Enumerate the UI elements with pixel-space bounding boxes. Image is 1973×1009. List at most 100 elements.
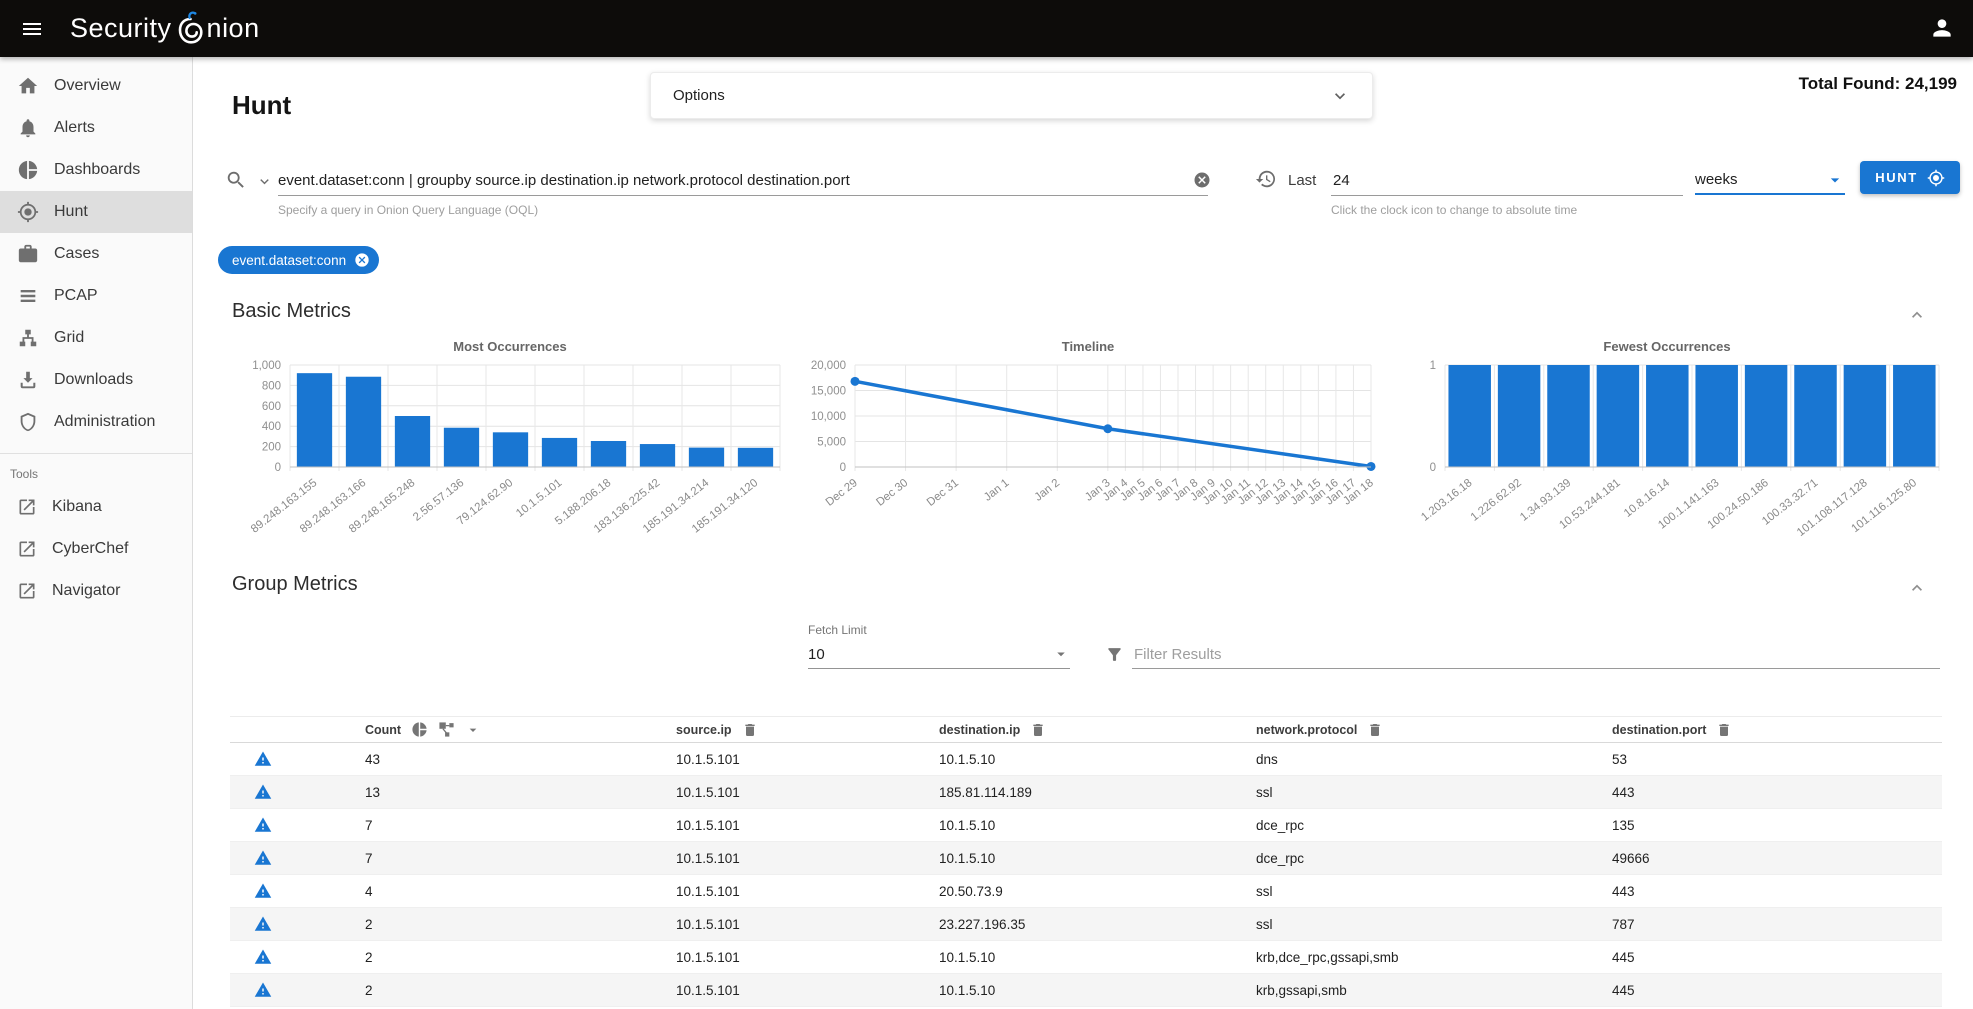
warning-triangle-icon[interactable] [254,915,272,933]
sidebar-item-administration[interactable]: Administration [0,401,192,443]
svg-text:400: 400 [262,421,281,433]
duration-units-value: weeks [1695,171,1738,188]
chart-title: Timeline [795,337,1381,357]
svg-text:600: 600 [262,401,281,413]
table-row[interactable]: 210.1.5.10110.1.5.10krb,gssapi,smb445 [230,974,1942,1007]
remove-filter-icon[interactable] [354,252,370,268]
sidebar-item-cases[interactable]: Cases [0,233,192,275]
timeline-chart: Timeline 05,00010,00015,00020,000Dec 29D… [795,337,1381,557]
sidebar-item-alerts[interactable]: Alerts [0,107,192,149]
table-cell: 10.1.5.10 [939,983,1256,998]
filter-chip-label: event.dataset:conn [232,253,346,268]
chart-title: Most Occurrences [230,337,790,357]
svg-text:Jan 2: Jan 2 [1033,477,1063,504]
timeline-canvas: 05,00010,00015,00020,000Dec 29Dec 30Dec … [795,357,1381,557]
warning-triangle-icon[interactable] [254,816,272,834]
collapse-group-metrics-icon[interactable] [1907,578,1927,598]
table-row[interactable]: 4310.1.5.10110.1.5.10dns53 [230,743,1942,776]
remove-column-icon[interactable] [1716,722,1732,738]
table-row[interactable]: 410.1.5.10120.50.73.9ssl443 [230,875,1942,908]
table-cell: 4 [365,884,676,899]
table-row[interactable]: 210.1.5.10110.1.5.10krb,dce_rpc,gssapi,s… [230,941,1942,974]
column-header-destination-port[interactable]: destination.port [1612,722,1942,738]
graph-icon[interactable] [438,721,455,738]
sidebar-tool-navigator[interactable]: Navigator [0,570,192,612]
search-icon[interactable] [225,169,247,191]
remove-column-icon[interactable] [1030,722,1046,738]
svg-text:10,000: 10,000 [811,411,846,423]
table-cell: 13 [365,785,676,800]
duration-units-select[interactable]: weeks [1695,166,1845,195]
collapse-basic-metrics-icon[interactable] [1907,305,1927,325]
table-cell: 7 [365,851,676,866]
warning-triangle-icon[interactable] [254,981,272,999]
download-icon [17,369,39,391]
warning-triangle-icon[interactable] [254,948,272,966]
table-cell: 2 [365,950,676,965]
main-content: Hunt Options Total Found: 24,199 Specify… [194,57,1973,1009]
svg-text:0: 0 [275,462,281,474]
warning-triangle-icon[interactable] [254,882,272,900]
hunt-button[interactable]: HUNT [1860,161,1960,194]
caret-down-icon[interactable] [465,722,481,738]
duration-helper-text: Click the clock icon to change to absolu… [1331,203,1577,217]
svg-text:0: 0 [840,462,846,474]
column-header-label: network.protocol [1256,723,1357,737]
table-cell: 135 [1612,818,1942,833]
sidebar-item-label: Dashboards [54,161,140,179]
table-cell: 23.227.196.35 [939,917,1256,932]
filter-results-input[interactable] [1132,640,1940,669]
sidebar-item-downloads[interactable]: Downloads [0,359,192,401]
column-header-source-ip[interactable]: source.ip [676,722,939,738]
remove-column-icon[interactable] [1367,722,1383,738]
warning-triangle-icon[interactable] [254,849,272,867]
table-cell: dce_rpc [1256,851,1612,866]
sidebar-tool-cyberchef[interactable]: CyberChef [0,528,192,570]
chevron-down-icon [1330,86,1350,106]
table-row[interactable]: 1310.1.5.101185.81.114.189ssl443 [230,776,1942,809]
remove-column-icon[interactable] [742,722,758,738]
bell-icon [17,117,39,139]
warning-triangle-icon[interactable] [254,783,272,801]
sidebar-item-hunt[interactable]: Hunt [0,191,192,233]
pie-chart-icon[interactable] [411,721,428,738]
sidebar-item-pcap[interactable]: PCAP [0,275,192,317]
column-header-network-protocol[interactable]: network.protocol [1256,722,1612,738]
sidebar-item-dashboards[interactable]: Dashboards [0,149,192,191]
svg-text:1.203.16.18: 1.203.16.18 [1419,477,1474,524]
svg-text:1: 1 [1430,360,1436,372]
query-input[interactable] [278,166,1208,196]
table-row[interactable]: 210.1.5.10123.227.196.35ssl787 [230,908,1942,941]
user-icon[interactable] [1929,15,1955,41]
fetch-limit-value: 10 [808,646,825,663]
table-cell: ssl [1256,884,1612,899]
warning-triangle-icon[interactable] [254,750,272,768]
options-expander[interactable]: Options [650,72,1373,119]
sidebar-item-overview[interactable]: Overview [0,65,192,107]
sidebar-item-grid[interactable]: Grid [0,317,192,359]
menu-icon[interactable] [14,11,50,47]
external-link-icon [17,497,37,517]
clock-history-icon[interactable] [1255,168,1277,190]
group-metrics-heading: Group Metrics [232,573,358,596]
most-occurrences-canvas: 02004006008001,00089.248.163.15589.248.1… [230,357,790,557]
clear-query-icon[interactable] [1193,171,1211,189]
column-header-count[interactable]: Count [365,721,676,738]
column-header-destination-ip[interactable]: destination.ip [939,722,1256,738]
lines-icon [17,285,39,307]
duration-input[interactable] [1331,166,1683,196]
table-row[interactable]: 710.1.5.10110.1.5.10dce_rpc135 [230,809,1942,842]
filter-chip[interactable]: event.dataset:conn [218,246,379,274]
fetch-limit-select[interactable]: 10 [808,640,1070,669]
query-history-chevron-icon[interactable] [256,173,273,190]
svg-text:15,000: 15,000 [811,386,846,398]
table-cell: 43 [365,752,676,767]
topbar: Security nion [0,0,1973,57]
table-cell: 787 [1612,917,1942,932]
table-row[interactable]: 710.1.5.10110.1.5.10dce_rpc49666 [230,842,1942,875]
table-cell: 443 [1612,884,1942,899]
hunt-target-icon [1927,169,1945,187]
table-cell: ssl [1256,785,1612,800]
sidebar-tool-kibana[interactable]: Kibana [0,486,192,528]
table-cell: 185.81.114.189 [939,785,1256,800]
